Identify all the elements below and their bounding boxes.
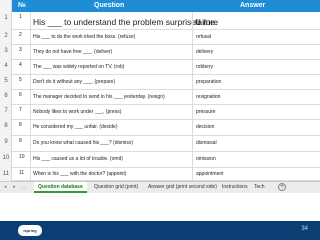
cell-number[interactable]: 7 (19, 107, 22, 113)
cell-answer[interactable]: dismissal (196, 140, 217, 146)
tab-ellipsis[interactable]: ... (22, 184, 26, 190)
cell-question[interactable]: Do you know what caused his ___? (dismis… (33, 140, 133, 146)
row-number[interactable]: 4 (0, 63, 12, 69)
table-row[interactable]: 1 His ___ to understand the problem surp… (12, 12, 320, 30)
cell-number[interactable]: 5 (19, 77, 22, 83)
cell-question[interactable]: When is his ___ with the doctor? (appoin… (33, 171, 126, 177)
cell-answer[interactable]: refusal (196, 34, 211, 40)
header-question: Question (94, 2, 125, 9)
cell-answer[interactable]: failure (195, 17, 218, 27)
column-divider (30, 12, 31, 181)
table-row[interactable]: 5 Don't do it without any ___. (prepare)… (12, 75, 320, 90)
table-row[interactable]: 7 Nobody likes to work under ___. (press… (12, 105, 320, 120)
cell-number[interactable]: 6 (19, 92, 22, 98)
row-number[interactable]: 2 (0, 33, 12, 39)
cell-number[interactable]: 1 (19, 14, 22, 20)
cell-question[interactable]: He considered my ___ unfair. (decide) (33, 124, 118, 130)
row-number[interactable]: 5 (0, 78, 12, 84)
row-number[interactable]: 9 (0, 139, 12, 145)
tab-answer-grid-print[interactable]: Answer grid (print second side) (148, 184, 217, 190)
tab-scroll-right-icon[interactable]: ▸ (13, 184, 16, 190)
column-divider (192, 12, 193, 181)
cell-answer[interactable]: resignation (196, 94, 220, 100)
cell-answer[interactable]: delivery (196, 49, 213, 55)
cell-answer[interactable]: robbery (196, 64, 213, 70)
cell-answer[interactable]: decision (196, 124, 214, 130)
row-number[interactable]: 7 (0, 108, 12, 114)
cell-number[interactable]: 3 (19, 47, 22, 53)
cell-question[interactable]: His ___ caused us a lot of trouble. (omi… (33, 156, 123, 162)
cell-question[interactable]: The ___ was widely reported on TV. (rob) (33, 64, 124, 70)
row-number-gutter: 1 2 3 4 5 6 7 8 9 10 11 (0, 0, 12, 193)
cell-answer[interactable]: preparation (196, 79, 221, 85)
cell-question[interactable]: They do not have free ___. (deliver) (33, 49, 112, 55)
slide-footer: ispring 34 (0, 221, 320, 240)
cell-question[interactable]: His ___ to do the work irked the boss. (… (33, 34, 135, 40)
brand-logo: ispring (18, 225, 42, 236)
table-row[interactable]: 9 Do you know what caused his ___? (dism… (12, 136, 320, 152)
add-sheet-icon[interactable]: + (278, 183, 286, 191)
row-number[interactable]: 10 (0, 155, 12, 161)
cell-number[interactable]: 4 (19, 62, 22, 68)
row-number[interactable]: 8 (0, 123, 12, 129)
cell-question[interactable]: His ___ to understand the problem surpri… (33, 17, 217, 27)
spreadsheet: 1 2 3 4 5 6 7 8 9 10 11 № Question Answe… (0, 0, 320, 193)
sheet-tabs-bar: ◂ ▸ ... Question database Question grid … (0, 181, 320, 193)
table-row[interactable]: 11 When is his ___ with the doctor? (app… (12, 168, 320, 181)
cell-question[interactable]: Don't do it without any ___. (prepare) (33, 79, 115, 85)
tab-instructions[interactable]: Instructions (222, 184, 248, 190)
cell-question[interactable]: The manager decided to send in his ___ y… (33, 94, 165, 100)
header-answer: Answer (240, 2, 266, 9)
table-row[interactable]: 2 His ___ to do the work irked the boss.… (12, 30, 320, 45)
header-number: № (18, 2, 26, 9)
cell-question[interactable]: Nobody likes to work under ___. (press) (33, 109, 121, 115)
table-header: № Question Answer (12, 0, 320, 12)
row-number[interactable]: 1 (0, 15, 12, 21)
tab-scroll-left-icon[interactable]: ◂ (4, 184, 7, 190)
tab-tech[interactable]: Tech (254, 184, 265, 190)
page-number: 34 (301, 226, 308, 232)
table-row[interactable]: 6 The manager decided to send in his ___… (12, 90, 320, 105)
cell-answer[interactable]: appointment (196, 171, 224, 177)
tab-question-grid-print[interactable]: Question grid (print) (94, 184, 138, 190)
table-row[interactable]: 3 They do not have free ___. (deliver) d… (12, 45, 320, 60)
row-number[interactable]: 3 (0, 48, 12, 54)
table-row[interactable]: 10 His ___ caused us a lot of trouble. (… (12, 152, 320, 168)
row-number[interactable]: 11 (0, 171, 12, 177)
cell-answer[interactable]: omission (196, 156, 216, 162)
cell-number[interactable]: 9 (19, 138, 22, 144)
table-row[interactable]: 8 He considered my ___ unfair. (decide) … (12, 120, 320, 136)
cell-number[interactable]: 2 (19, 32, 22, 38)
cell-number[interactable]: 10 (19, 154, 25, 160)
cell-number[interactable]: 11 (19, 170, 24, 176)
cell-answer[interactable]: pressure (196, 109, 215, 115)
table-row[interactable]: 4 The ___ was widely reported on TV. (ro… (12, 60, 320, 75)
tab-question-database[interactable]: Question database (34, 182, 87, 193)
row-number[interactable]: 6 (0, 93, 12, 99)
cell-number[interactable]: 8 (19, 122, 22, 128)
